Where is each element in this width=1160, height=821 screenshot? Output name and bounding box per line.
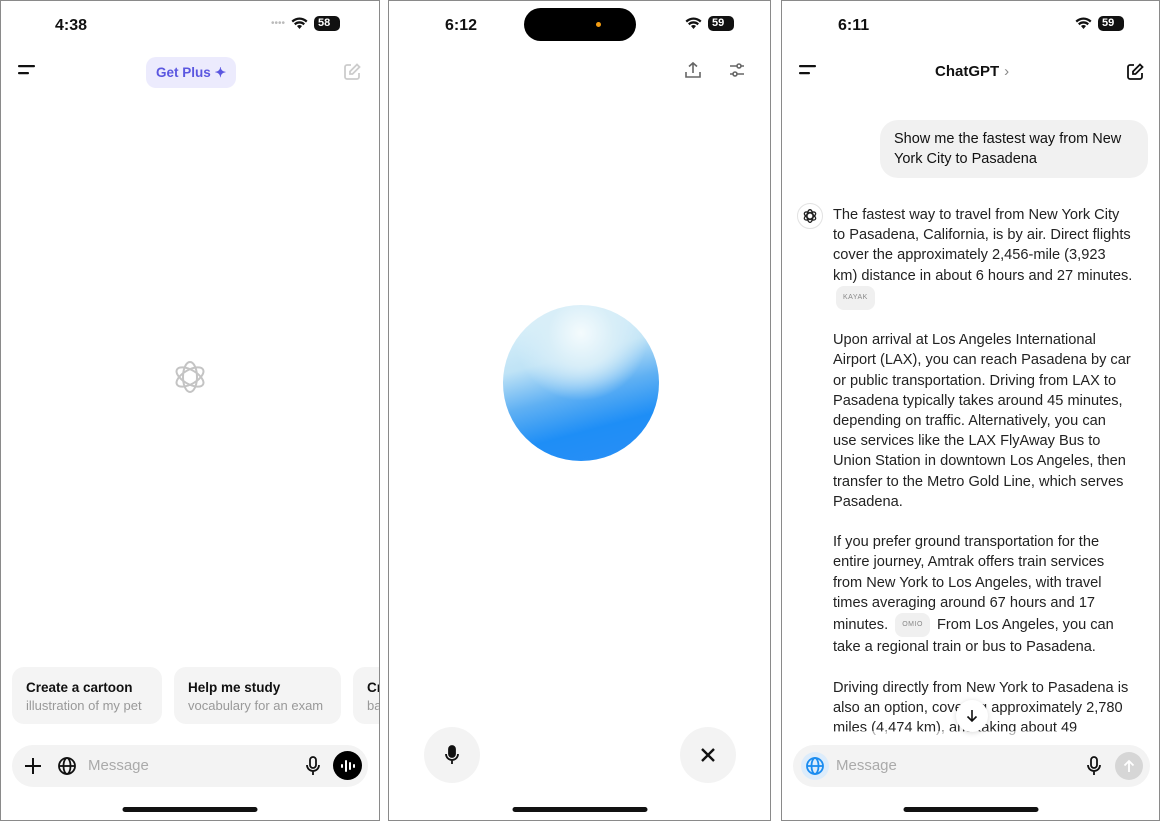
status-time: 6:11 — [838, 17, 870, 34]
status-time: 4:38 — [55, 17, 88, 34]
suggestion-title: Help me study — [188, 680, 281, 695]
assistant-message: The fastest way to travel from New York … — [833, 205, 1133, 758]
plus-icon[interactable] — [23, 756, 43, 776]
source-badge[interactable]: KAYAK — [836, 285, 875, 311]
suggestion-title: Create a cartoon — [26, 680, 133, 695]
message-composer[interactable]: Message — [12, 745, 368, 787]
home-indicator — [512, 807, 647, 812]
openai-logo-icon — [797, 203, 823, 229]
message-input[interactable]: Message — [88, 757, 149, 774]
status-icons: •••• 58 — [271, 16, 341, 31]
send-icon[interactable] — [1115, 752, 1143, 780]
status-icons: 59 — [1075, 16, 1124, 31]
screen-voice-mode: 6:12 59 — [388, 0, 771, 821]
get-plus-label: Get Plus — [155, 65, 211, 80]
suggestion-card[interactable]: Cr ba — [353, 667, 379, 724]
suggestion-title: Cr — [367, 680, 379, 695]
message-composer[interactable]: Message — [793, 745, 1150, 787]
answer-paragraph: Upon arrival at Los Angeles Internationa… — [833, 332, 1131, 510]
wifi-icon — [291, 17, 308, 29]
recording-dot — [596, 22, 601, 27]
battery-level: 59 — [708, 16, 734, 31]
new-chat-icon[interactable] — [1125, 62, 1145, 82]
scroll-down-icon[interactable] — [956, 700, 988, 732]
screen-new-chat: 4:38 •••• 58 Get Plus ✦ Create a cartoon … — [0, 0, 380, 821]
suggestion-card[interactable]: Create a cartoon illustration of my pet — [12, 667, 162, 724]
menu-icon[interactable] — [798, 63, 818, 77]
close-icon[interactable] — [680, 727, 736, 783]
status-icons: 59 — [685, 16, 734, 31]
microphone-icon[interactable] — [424, 727, 480, 783]
screen-chat: 6:11 59 ChatGPT › Show me the fastest way… — [781, 0, 1160, 821]
suggestion-subtitle: vocabulary for an exam — [188, 698, 324, 713]
wifi-icon — [685, 17, 702, 29]
chat-title: ChatGPT — [935, 63, 1000, 80]
model-selector[interactable]: ChatGPT › — [935, 63, 1009, 80]
openai-logo-icon — [171, 358, 209, 396]
answer-paragraph: The fastest way to travel from New York … — [833, 207, 1133, 284]
suggestion-card[interactable]: Help me study vocabulary for an exam — [174, 667, 341, 724]
battery-level: 58 — [314, 16, 341, 31]
microphone-icon[interactable] — [1085, 755, 1103, 777]
menu-icon[interactable] — [17, 63, 37, 77]
share-icon[interactable] — [684, 61, 702, 79]
microphone-icon[interactable] — [304, 755, 322, 777]
dynamic-island — [524, 8, 636, 41]
message-input[interactable]: Message — [836, 757, 897, 774]
new-chat-icon[interactable] — [342, 62, 362, 82]
status-time: 6:12 — [445, 17, 478, 34]
settings-sliders-icon[interactable] — [728, 61, 746, 79]
get-plus-button[interactable]: Get Plus ✦ — [146, 57, 236, 88]
globe-icon[interactable] — [801, 752, 829, 780]
chevron-right-icon: › — [1004, 63, 1010, 80]
battery-level: 59 — [1098, 16, 1124, 31]
voice-mode-icon[interactable] — [333, 751, 362, 780]
source-badge[interactable]: OMIO — [895, 613, 930, 638]
globe-icon[interactable] — [57, 756, 77, 776]
voice-orb — [503, 305, 659, 461]
sparkle-icon: ✦ — [214, 64, 227, 80]
home-indicator — [122, 807, 258, 812]
home-indicator — [903, 807, 1038, 812]
user-message: Show me the fastest way from New York Ci… — [880, 120, 1148, 178]
suggestion-subtitle: ba — [367, 698, 379, 713]
suggestion-subtitle: illustration of my pet — [26, 698, 142, 713]
wifi-icon — [1075, 17, 1092, 29]
